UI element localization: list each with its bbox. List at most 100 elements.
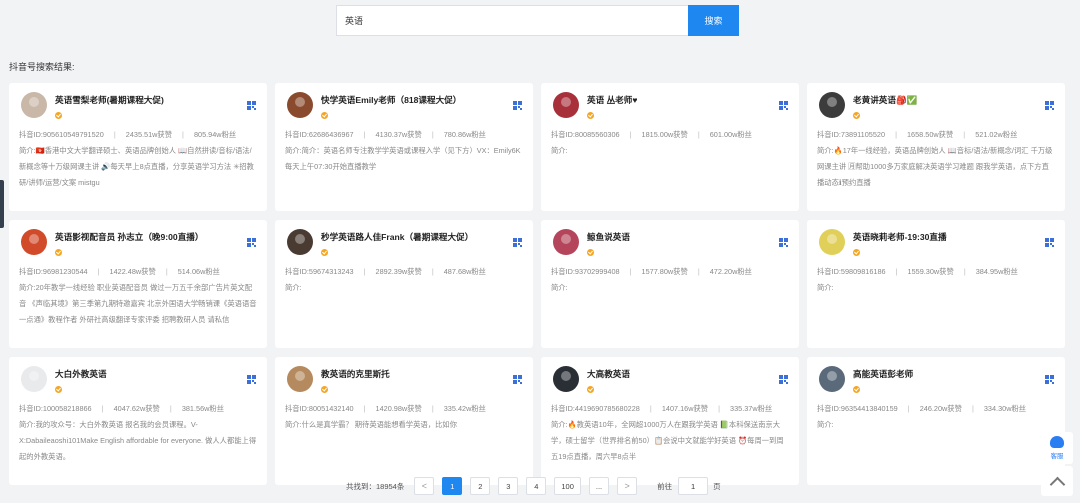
avatar[interactable] bbox=[553, 92, 579, 118]
account-name[interactable]: 鲸鱼说英语 bbox=[587, 231, 782, 243]
page-button-4[interactable]: 4 bbox=[526, 477, 547, 495]
qr-code-icon[interactable] bbox=[1045, 375, 1054, 384]
divider: | bbox=[963, 130, 966, 139]
divider: | bbox=[363, 267, 366, 276]
account-name[interactable]: 教英语的克里斯托 bbox=[321, 368, 516, 380]
fans-count: 384.95w粉丝 bbox=[975, 267, 1018, 276]
avatar[interactable] bbox=[21, 92, 47, 118]
fans-count: 335.37w粉丝 bbox=[730, 404, 773, 413]
likes-count: 1559.30w获赞 bbox=[907, 267, 954, 276]
avatar[interactable] bbox=[287, 229, 313, 255]
account-card[interactable]: 教英语的克里斯托 抖音ID:80051432140 | 1420.98w获赞 |… bbox=[275, 357, 533, 485]
qr-code-icon[interactable] bbox=[1045, 101, 1054, 110]
qr-code-icon[interactable] bbox=[247, 238, 256, 247]
account-card[interactable]: 鲸鱼说英语 抖音ID:93702999408 | 1577.80w获赞 | 47… bbox=[541, 220, 799, 348]
account-name[interactable]: 大高教英语 bbox=[587, 368, 782, 380]
account-card[interactable]: 高能英语彭老师 抖音ID:96354413840159 | 246.20w获赞 … bbox=[807, 357, 1065, 485]
more-pages-button[interactable]: ... bbox=[588, 477, 610, 495]
divider: | bbox=[431, 130, 434, 139]
avatar[interactable] bbox=[819, 366, 845, 392]
goto-page-input[interactable] bbox=[678, 477, 709, 495]
fans-count: 335.42w粉丝 bbox=[443, 404, 486, 413]
verified-badge-icon bbox=[587, 249, 594, 256]
account-card[interactable]: 快学英语Emily老师（818课程大促） 抖音ID:62686436967 | … bbox=[275, 83, 533, 211]
qr-code-icon[interactable] bbox=[779, 101, 788, 110]
account-card[interactable]: 大高教英语 抖音ID:4419690785680228 | 1407.16w获赞… bbox=[541, 357, 799, 485]
qr-code-icon[interactable] bbox=[513, 238, 522, 247]
prev-page-button[interactable]: < bbox=[414, 477, 435, 495]
account-card[interactable]: 大白外教英语 抖音ID:100058218866 | 4047.62w获赞 | … bbox=[9, 357, 267, 485]
customer-service-button[interactable]: 客服 bbox=[1041, 432, 1073, 464]
qr-code-icon[interactable] bbox=[247, 375, 256, 384]
account-card[interactable]: 秒学英语路人佳Frank（暑期课程大促） 抖音ID:59674313243 | … bbox=[275, 220, 533, 348]
verified-badge-icon bbox=[55, 112, 62, 119]
account-intro: 简介: bbox=[817, 417, 1055, 433]
page-button-1[interactable]: 1 bbox=[442, 477, 463, 495]
search-input[interactable] bbox=[336, 5, 688, 36]
divider: | bbox=[363, 404, 366, 413]
qr-code-icon[interactable] bbox=[779, 238, 788, 247]
search-button[interactable]: 搜索 bbox=[688, 5, 739, 36]
qr-code-icon[interactable] bbox=[1045, 238, 1054, 247]
avatar[interactable] bbox=[287, 92, 313, 118]
account-name[interactable]: 高能英语彭老师 bbox=[853, 368, 1048, 380]
likes-count: 1577.80w获赞 bbox=[641, 267, 688, 276]
qr-code-icon[interactable] bbox=[247, 101, 256, 110]
fans-count: 805.94w粉丝 bbox=[193, 130, 237, 139]
verified-badge-icon bbox=[321, 386, 328, 393]
divider: | bbox=[182, 130, 184, 139]
account-name[interactable]: 大白外教英语 bbox=[55, 368, 250, 380]
account-id: 59809816186 bbox=[840, 267, 886, 276]
side-drawer-handle[interactable] bbox=[0, 180, 4, 228]
likes-count: 1407.16w获赞 bbox=[661, 404, 709, 413]
card-header: 老黄讲英语🎒✅ bbox=[817, 92, 1055, 122]
account-name[interactable]: 快学英语Emily老师（818课程大促） bbox=[321, 94, 516, 106]
avatar[interactable] bbox=[819, 229, 845, 255]
qr-code-icon[interactable] bbox=[513, 375, 522, 384]
account-card[interactable]: 英语 丛老师♥ 抖音ID:80085560306 | 1815.00w获赞 | … bbox=[541, 83, 799, 211]
account-intro: 简介: bbox=[551, 143, 789, 159]
account-card[interactable]: 英语晓莉老师-19:30直播 抖音ID:59809816186 | 1559.3… bbox=[807, 220, 1065, 348]
account-intro: 简介:🔥教英语10年，全网超1000万人在跟我学英语 📗本科保送南京大学，硕士留… bbox=[551, 417, 789, 465]
account-card[interactable]: 英语雪梨老师(暑期课程大促) 抖音ID:905610549791520 | 24… bbox=[9, 83, 267, 211]
chevron-up-icon bbox=[1049, 476, 1065, 492]
back-to-top-button[interactable] bbox=[1041, 466, 1073, 496]
avatar[interactable] bbox=[287, 366, 313, 392]
verified-badge-icon bbox=[853, 386, 860, 393]
id-label: 抖音ID: bbox=[19, 267, 43, 276]
account-name[interactable]: 英语晓莉老师-19:30直播 bbox=[853, 231, 1048, 243]
fans-count: 487.68w粉丝 bbox=[443, 267, 486, 276]
next-page-button[interactable]: > bbox=[617, 477, 638, 495]
page-button-2[interactable]: 2 bbox=[470, 477, 491, 495]
account-card[interactable]: 英语影视配音员 孙志立（晚9:00直播） 抖音ID:96981230544 | … bbox=[9, 220, 267, 348]
card-header: 教英语的克里斯托 bbox=[285, 366, 523, 396]
avatar[interactable] bbox=[819, 92, 845, 118]
account-name[interactable]: 英语 丛老师♥ bbox=[587, 94, 782, 106]
account-name[interactable]: 老黄讲英语🎒✅ bbox=[853, 94, 1048, 106]
verified-badge-icon bbox=[55, 249, 62, 256]
avatar[interactable] bbox=[21, 366, 47, 392]
account-card[interactable]: 老黄讲英语🎒✅ 抖音ID:73891105520 | 1658.50w获赞 | … bbox=[807, 83, 1065, 211]
account-id: 93702999408 bbox=[574, 267, 620, 276]
qr-code-icon[interactable] bbox=[513, 101, 522, 110]
page-button-3[interactable]: 3 bbox=[498, 477, 519, 495]
account-intro: 简介:🔥17年一线经验，英语品牌创始人 📖音标/语法/新概念/词汇 千万级网课主… bbox=[817, 143, 1055, 191]
divider: | bbox=[971, 404, 974, 413]
avatar[interactable] bbox=[553, 366, 579, 392]
account-name[interactable]: 秒学英语路人佳Frank（暑期课程大促） bbox=[321, 231, 516, 243]
avatar[interactable] bbox=[21, 229, 47, 255]
account-id: 59674313243 bbox=[308, 267, 354, 276]
fans-count: 780.86w粉丝 bbox=[443, 130, 486, 139]
page-button-100[interactable]: 100 bbox=[554, 477, 581, 495]
intro-text: 🔥17年一线经验，英语品牌创始人 📖音标/语法/新概念/词汇 千万级网课主讲 🈷… bbox=[817, 146, 1053, 187]
account-name[interactable]: 英语影视配音员 孙志立（晚9:00直播） bbox=[55, 231, 250, 243]
fans-count: 334.30w粉丝 bbox=[983, 404, 1027, 413]
card-heading: 老黄讲英语🎒✅ bbox=[853, 92, 1055, 124]
card-header: 秒学英语路人佳Frank（暑期课程大促） bbox=[285, 229, 523, 259]
qr-code-icon[interactable] bbox=[779, 375, 788, 384]
avatar[interactable] bbox=[553, 229, 579, 255]
card-header: 高能英语彭老师 bbox=[817, 366, 1055, 396]
id-label: 抖音ID: bbox=[817, 404, 841, 413]
service-label: 客服 bbox=[1050, 453, 1064, 460]
account-name[interactable]: 英语雪梨老师(暑期课程大促) bbox=[55, 94, 250, 106]
